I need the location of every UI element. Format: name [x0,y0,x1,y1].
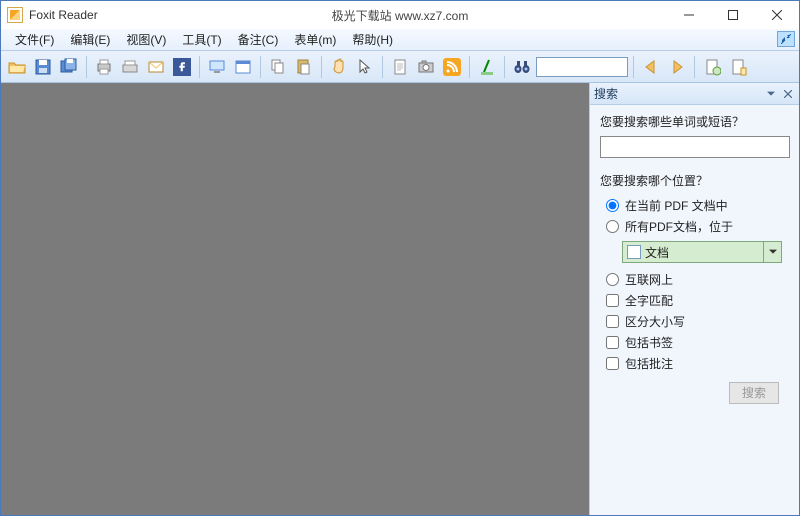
text-color-icon[interactable] [475,55,499,79]
radio-current[interactable] [606,199,619,212]
menu-help[interactable]: 帮助(H) [344,29,401,50]
toolbar [1,51,799,83]
next-result-icon[interactable] [665,55,689,79]
minimize-button[interactable] [667,1,711,29]
combo-value: 文档 [645,244,669,261]
search-button[interactable]: 搜索 [729,382,779,404]
scanner-icon[interactable] [118,55,142,79]
document-icon[interactable] [388,55,412,79]
opt-current-doc[interactable]: 在当前 PDF 文档中 [600,195,789,216]
search-panel-header: 搜索 [590,83,799,105]
opt-internet[interactable]: 互联网上 [600,269,789,290]
close-button[interactable] [755,1,799,29]
open-icon[interactable] [5,55,29,79]
paste-icon[interactable] [292,55,316,79]
panel-menu-icon[interactable] [764,87,778,101]
opt-case-label: 区分大小写 [625,313,685,330]
save-icon[interactable] [31,55,55,79]
content-area: 搜索 您要搜索哪些单词或短语？ 您要搜索哪个位置？ 在当前 PDF 文档中 所有… [1,83,799,515]
check-case[interactable] [606,315,619,328]
binoculars-icon[interactable] [510,55,534,79]
app-title: Foxit Reader [29,8,98,22]
menu-bar: 文件(F) 编辑(E) 视图(V) 工具(T) 备注(C) 表单(m) 帮助(H… [1,29,799,51]
opt-internet-label: 互联网上 [625,271,673,288]
check-whole[interactable] [606,294,619,307]
camera-icon[interactable] [414,55,438,79]
search-panel-title: 搜索 [594,85,618,102]
opt-all-label: 所有PDF文档，位于 [625,218,733,235]
rss-icon[interactable] [440,55,464,79]
opt-bookmark[interactable]: 包括书签 [600,332,789,353]
radio-all[interactable] [606,220,619,233]
email-icon[interactable] [144,55,168,79]
title-bar: Foxit Reader 极光下载站 www.xz7.com [1,1,799,29]
expand-icon[interactable] [777,31,795,47]
app-icon [7,7,23,23]
facebook-icon[interactable] [170,55,194,79]
window-icon[interactable] [231,55,255,79]
search-query-label: 您要搜索哪些单词或短语？ [600,113,789,130]
menu-edit[interactable]: 编辑(E) [62,29,118,50]
page-time-icon[interactable] [726,55,750,79]
menu-file[interactable]: 文件(F) [7,29,62,50]
toolbar-search-input[interactable] [536,57,628,77]
radio-internet[interactable] [606,273,619,286]
opt-bookmark-label: 包括书签 [625,334,673,351]
check-annot[interactable] [606,357,619,370]
print-icon[interactable] [92,55,116,79]
monitor-icon[interactable] [205,55,229,79]
hand-icon[interactable] [327,55,351,79]
pointer-icon[interactable] [353,55,377,79]
check-bookmark[interactable] [606,336,619,349]
opt-case[interactable]: 区分大小写 [600,311,789,332]
menu-view[interactable]: 视图(V) [118,29,174,50]
chevron-down-icon[interactable] [763,242,781,262]
search-panel: 搜索 您要搜索哪些单词或短语？ 您要搜索哪个位置？ 在当前 PDF 文档中 所有… [589,83,799,515]
opt-annot-label: 包括批注 [625,355,673,372]
document-area[interactable] [1,83,589,515]
prev-result-icon[interactable] [639,55,663,79]
opt-whole-word[interactable]: 全字匹配 [600,290,789,311]
maximize-button[interactable] [711,1,755,29]
page-icon[interactable] [700,55,724,79]
opt-current-label: 在当前 PDF 文档中 [625,197,728,214]
menu-note[interactable]: 备注(C) [230,29,287,50]
menu-tools[interactable]: 工具(T) [174,29,229,50]
save-multi-icon[interactable] [57,55,81,79]
title-center-text: 极光下载站 www.xz7.com [332,7,469,24]
menu-form[interactable]: 表单(m) [286,29,344,50]
opt-annot[interactable]: 包括批注 [600,353,789,374]
opt-whole-label: 全字匹配 [625,292,673,309]
location-combo[interactable]: 文档 [622,241,782,263]
opt-all-docs[interactable]: 所有PDF文档，位于 [600,216,789,237]
copy-icon[interactable] [266,55,290,79]
search-query-input[interactable] [600,136,790,158]
search-location-label: 您要搜索哪个位置？ [600,172,789,189]
panel-close-icon[interactable] [781,87,795,101]
folder-small-icon [627,245,641,259]
